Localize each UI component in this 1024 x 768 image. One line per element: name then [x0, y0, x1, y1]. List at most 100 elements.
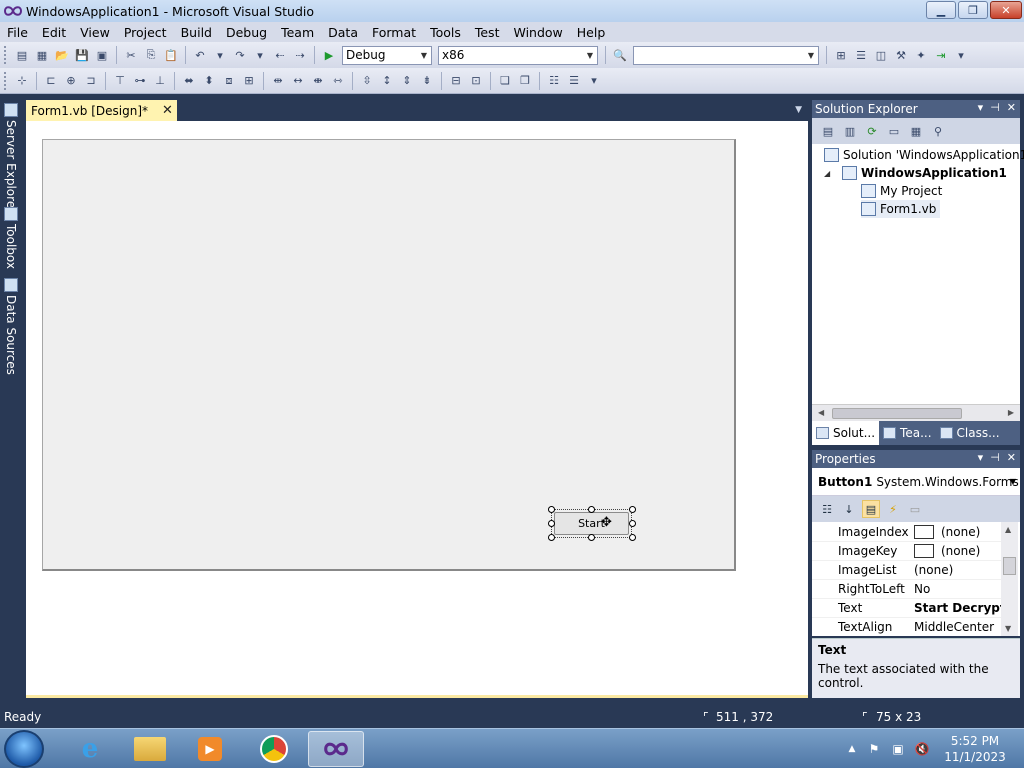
vertical-scrollbar[interactable]: ▲ ▼ — [1001, 522, 1018, 636]
decrease-horizontal-spacing-icon[interactable]: ⇼ — [310, 73, 326, 89]
make-vertical-spacing-equal-icon[interactable]: ⇳ — [359, 73, 375, 89]
save-all-icon[interactable]: ▣ — [94, 47, 110, 63]
center-horizontally-icon[interactable]: ⊟ — [448, 73, 464, 89]
resize-handle[interactable] — [629, 534, 636, 541]
tree-item-solution[interactable]: Solution 'WindowsApplication1' — [824, 146, 1024, 164]
form1-surface[interactable]: Start ✥ — [42, 139, 736, 571]
increase-horizontal-spacing-icon[interactable]: ↔ — [290, 73, 306, 89]
categorized-icon[interactable]: ☷ — [818, 500, 836, 518]
tree-item-my-project[interactable]: My Project — [861, 182, 942, 200]
menu-project[interactable]: Project — [117, 25, 174, 40]
scrollbar-thumb[interactable] — [832, 408, 962, 419]
properties-window-icon[interactable]: ☰ — [853, 47, 869, 63]
find-in-files-icon[interactable]: 🔍 — [612, 47, 628, 63]
chrome-taskbar-button[interactable] — [246, 731, 302, 767]
property-pages-icon[interactable]: ▭ — [906, 500, 924, 518]
scroll-left-icon[interactable]: ◀ — [818, 408, 824, 417]
properties-icon[interactable]: ▤ — [820, 123, 836, 139]
toolbox-tab[interactable]: Toolbox — [2, 207, 20, 269]
send-to-back-icon[interactable]: ❐ — [517, 73, 533, 89]
center-vertically-icon[interactable]: ⊡ — [468, 73, 484, 89]
toolbar-grip[interactable] — [4, 71, 8, 90]
tab-form1-design[interactable]: Form1.vb [Design]* ✕ — [26, 100, 177, 121]
network-icon[interactable]: ▣ — [890, 741, 906, 757]
show-hidden-icons-icon[interactable]: ▲ — [844, 741, 860, 757]
pin-icon[interactable]: ⊣ — [990, 101, 1000, 114]
menu-debug[interactable]: Debug — [219, 25, 274, 40]
bring-to-front-icon[interactable]: ❏ — [497, 73, 513, 89]
align-lefts-icon[interactable]: ⊏ — [43, 73, 59, 89]
object-browser-icon[interactable]: ◫ — [873, 47, 889, 63]
new-project-icon[interactable]: ▤ — [14, 47, 30, 63]
view-class-diagram-icon[interactable]: ⚲ — [930, 123, 946, 139]
window-position-icon[interactable]: ▾ — [978, 101, 984, 114]
make-same-size-icon[interactable]: ⧈ — [221, 73, 237, 89]
tab-order-icon[interactable]: ☷ — [546, 73, 562, 89]
menu-view[interactable]: View — [73, 25, 117, 40]
undo-dropdown-icon[interactable]: ▾ — [212, 47, 228, 63]
remove-horizontal-spacing-icon[interactable]: ⇿ — [330, 73, 346, 89]
resize-handle[interactable] — [629, 520, 636, 527]
align-rights-icon[interactable]: ⊐ — [83, 73, 99, 89]
align-tops-icon[interactable]: ⊤ — [112, 73, 128, 89]
button1-control[interactable]: Start — [554, 512, 629, 535]
scroll-right-icon[interactable]: ▶ — [1008, 408, 1014, 417]
close-button[interactable]: ✕ — [990, 1, 1022, 19]
menu-tools[interactable]: Tools — [423, 25, 468, 40]
redo-dropdown-icon[interactable]: ▾ — [252, 47, 268, 63]
extension-manager-icon[interactable]: ✦ — [913, 47, 929, 63]
add-item-icon[interactable]: ▦ — [34, 47, 50, 63]
redo-icon[interactable]: ↷ — [232, 47, 248, 63]
tab-solution-explorer[interactable]: Solut... — [812, 421, 880, 445]
volume-icon[interactable]: 🔇 — [914, 741, 930, 757]
solution-explorer-icon[interactable]: ⊞ — [833, 47, 849, 63]
configuration-dropdown[interactable]: Debug ▼ — [342, 45, 432, 65]
visual-studio-taskbar-button[interactable] — [308, 731, 364, 767]
platform-dropdown[interactable]: x86 ▼ — [438, 45, 598, 65]
collapse-arrow-icon[interactable]: ◢ — [824, 169, 830, 178]
undo-icon[interactable]: ↶ — [192, 47, 208, 63]
toolbar-options-icon[interactable]: ▾ — [586, 73, 602, 89]
file-explorer-taskbar-button[interactable] — [122, 731, 178, 767]
alphabetical-icon[interactable]: ↓ — [840, 500, 858, 518]
action-center-icon[interactable]: ⚑ — [866, 741, 882, 757]
toolbox-icon[interactable]: ⚒ — [893, 47, 909, 63]
server-explorer-tab[interactable]: Server Explorer — [2, 103, 20, 213]
paste-icon[interactable]: 📋 — [163, 47, 179, 63]
tree-item-form1[interactable]: Form1.vb — [861, 200, 941, 218]
remove-vertical-spacing-icon[interactable]: ⇟ — [419, 73, 435, 89]
property-value[interactable]: Start Decryptor — [914, 601, 1002, 615]
resize-handle[interactable] — [548, 534, 555, 541]
make-same-height-icon[interactable]: ⬍ — [201, 73, 217, 89]
start-debugging-icon[interactable]: ▶ — [321, 47, 337, 63]
menu-format[interactable]: Format — [365, 25, 423, 40]
menu-data[interactable]: Data — [321, 25, 365, 40]
view-code-icon[interactable]: ▭ — [886, 123, 902, 139]
system-clock[interactable]: 5:52 PM 11/1/2023 — [932, 733, 1018, 765]
window-position-icon[interactable]: ▾ — [978, 451, 984, 464]
property-row-text[interactable]: Text Start Decryptor — [812, 599, 1002, 618]
minimize-button[interactable]: ▁ — [926, 1, 956, 19]
show-all-files-icon[interactable]: ▥ — [842, 123, 858, 139]
menu-test[interactable]: Test — [468, 25, 507, 40]
make-horizontal-spacing-equal-icon[interactable]: ⇹ — [270, 73, 286, 89]
size-to-grid-icon[interactable]: ⊞ — [241, 73, 257, 89]
decrease-vertical-spacing-icon[interactable]: ⇕ — [399, 73, 415, 89]
toolbar-options-icon[interactable]: ▾ — [953, 47, 969, 63]
resize-handle[interactable] — [548, 506, 555, 513]
align-centers-icon[interactable]: ⊕ — [63, 73, 79, 89]
start-button[interactable] — [4, 730, 44, 768]
navigate-forward-icon[interactable]: ⇢ — [292, 47, 308, 63]
make-same-width-icon[interactable]: ⬌ — [181, 73, 197, 89]
object-selector[interactable]: Button1 System.Windows.Forms.B ▼ — [812, 468, 1020, 496]
align-to-grid-icon[interactable]: ⊹ — [14, 73, 30, 89]
increase-vertical-spacing-icon[interactable]: ↕ — [379, 73, 395, 89]
copy-icon[interactable]: ⎘ — [143, 47, 159, 63]
refresh-icon[interactable]: ⟳ — [864, 123, 880, 139]
toolbar-grip[interactable] — [4, 46, 8, 64]
property-row-imagelist[interactable]: ImageList (none) — [812, 561, 1002, 580]
close-icon[interactable]: ✕ — [1007, 101, 1016, 114]
menu-edit[interactable]: Edit — [35, 25, 73, 40]
tab-team-explorer[interactable]: Tea... — [879, 421, 935, 445]
close-icon[interactable]: ✕ — [1007, 451, 1016, 464]
